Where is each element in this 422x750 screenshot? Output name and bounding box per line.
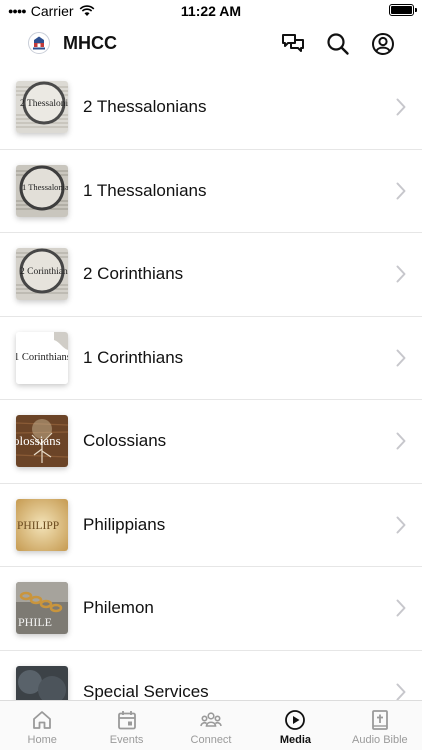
svg-text:PHILE: PHILE xyxy=(18,615,52,629)
series-title: 1 Thessalonians xyxy=(83,180,207,200)
list-item[interactable]: olossians Colossians xyxy=(0,400,422,484)
home-icon xyxy=(33,711,52,729)
tab-label: Events xyxy=(109,734,144,746)
tab-label: Connect xyxy=(190,734,232,746)
series-title: 2 Corinthians xyxy=(83,264,184,283)
list-item[interactable]: 1 Corinthians 1 Corinthians xyxy=(0,317,422,400)
tab-events[interactable]: Events xyxy=(84,701,168,750)
series-thumbnail: PHILIPP xyxy=(16,498,68,551)
series-thumbnail: 2 Corinthians xyxy=(16,248,68,300)
media-list: 2 Thessalonians 2 Thessalonians xyxy=(0,66,422,700)
series-thumbnail: 1 Thessalonians xyxy=(16,164,68,217)
tab-label: Media xyxy=(279,734,312,746)
calendar-icon xyxy=(117,711,136,730)
logo-icon[interactable] xyxy=(28,32,50,54)
series-title: Colossians xyxy=(83,431,167,450)
tab-media[interactable]: Media xyxy=(253,701,337,750)
chevron-right-icon xyxy=(396,432,406,450)
page-title: MHCC xyxy=(63,33,117,53)
chevron-right-icon xyxy=(396,98,406,116)
list-item[interactable]: PHILIPP Philippians xyxy=(0,484,422,567)
search-icon[interactable] xyxy=(325,31,351,57)
people-icon xyxy=(200,712,222,727)
svg-text:olossians: olossians xyxy=(16,433,61,448)
svg-text:1 Thessalonians: 1 Thessalonians xyxy=(22,182,68,192)
list-item[interactable]: Special Services xyxy=(0,651,422,701)
chevron-right-icon xyxy=(396,599,406,617)
status-time: 11:22 AM xyxy=(180,3,242,19)
chat-icon[interactable] xyxy=(280,31,306,57)
series-thumbnail: olossians xyxy=(16,415,68,467)
play-icon xyxy=(285,710,306,730)
series-thumbnail: 1 Corinthians xyxy=(16,331,68,384)
screen: ●●●● Carrier 11:22 AM MHCC 2 Thessaloni … xyxy=(0,0,422,750)
series-title: 1 Corinthians xyxy=(83,347,184,367)
list-item[interactable]: 1 Thessalonians 1 Thessalonians xyxy=(0,150,422,233)
tab-connect[interactable]: Connect xyxy=(169,701,253,750)
series-title: 2 Thessalonians xyxy=(83,97,207,116)
profile-icon[interactable] xyxy=(370,31,396,57)
svg-text:1 Corinthians: 1 Corinthians xyxy=(16,352,68,363)
series-thumbnail: PHILE xyxy=(16,582,68,634)
list-item[interactable]: PHILE Philemon xyxy=(0,567,422,651)
series-thumbnail xyxy=(16,665,68,700)
tab-label: Home xyxy=(27,734,57,746)
tab-label: Audio Bible xyxy=(352,734,408,746)
series-title: Philippians xyxy=(83,514,166,534)
status-bar: ●●●● Carrier 11:22 AM xyxy=(0,0,422,22)
list-item[interactable]: 2 Thessalonians 2 Thessalonians xyxy=(0,66,422,150)
app-header: MHCC xyxy=(0,22,422,66)
list-item[interactable]: 2 Corinthians 2 Corinthians xyxy=(0,233,422,317)
tab-bar: Home Events Connect Media Audio Bible xyxy=(0,700,422,750)
chevron-right-icon xyxy=(396,516,406,533)
tab-home[interactable]: Home xyxy=(0,701,84,750)
chevron-right-icon xyxy=(396,683,406,700)
chevron-right-icon xyxy=(396,265,406,283)
svg-text:2 Corinthians: 2 Corinthians xyxy=(20,267,68,277)
svg-text:PHILIPP: PHILIPP xyxy=(17,520,59,532)
chevron-right-icon xyxy=(396,182,406,199)
series-title: Special Services xyxy=(83,681,209,701)
tab-audio-bible[interactable]: Audio Bible xyxy=(338,701,422,750)
bible-icon xyxy=(371,710,388,730)
svg-text:2 Thessalonians: 2 Thessalonians xyxy=(20,99,68,109)
battery-icon xyxy=(389,4,417,16)
chevron-right-icon xyxy=(396,349,406,366)
series-thumbnail: 2 Thessalonians xyxy=(16,81,68,133)
series-title: Philemon xyxy=(83,598,154,617)
